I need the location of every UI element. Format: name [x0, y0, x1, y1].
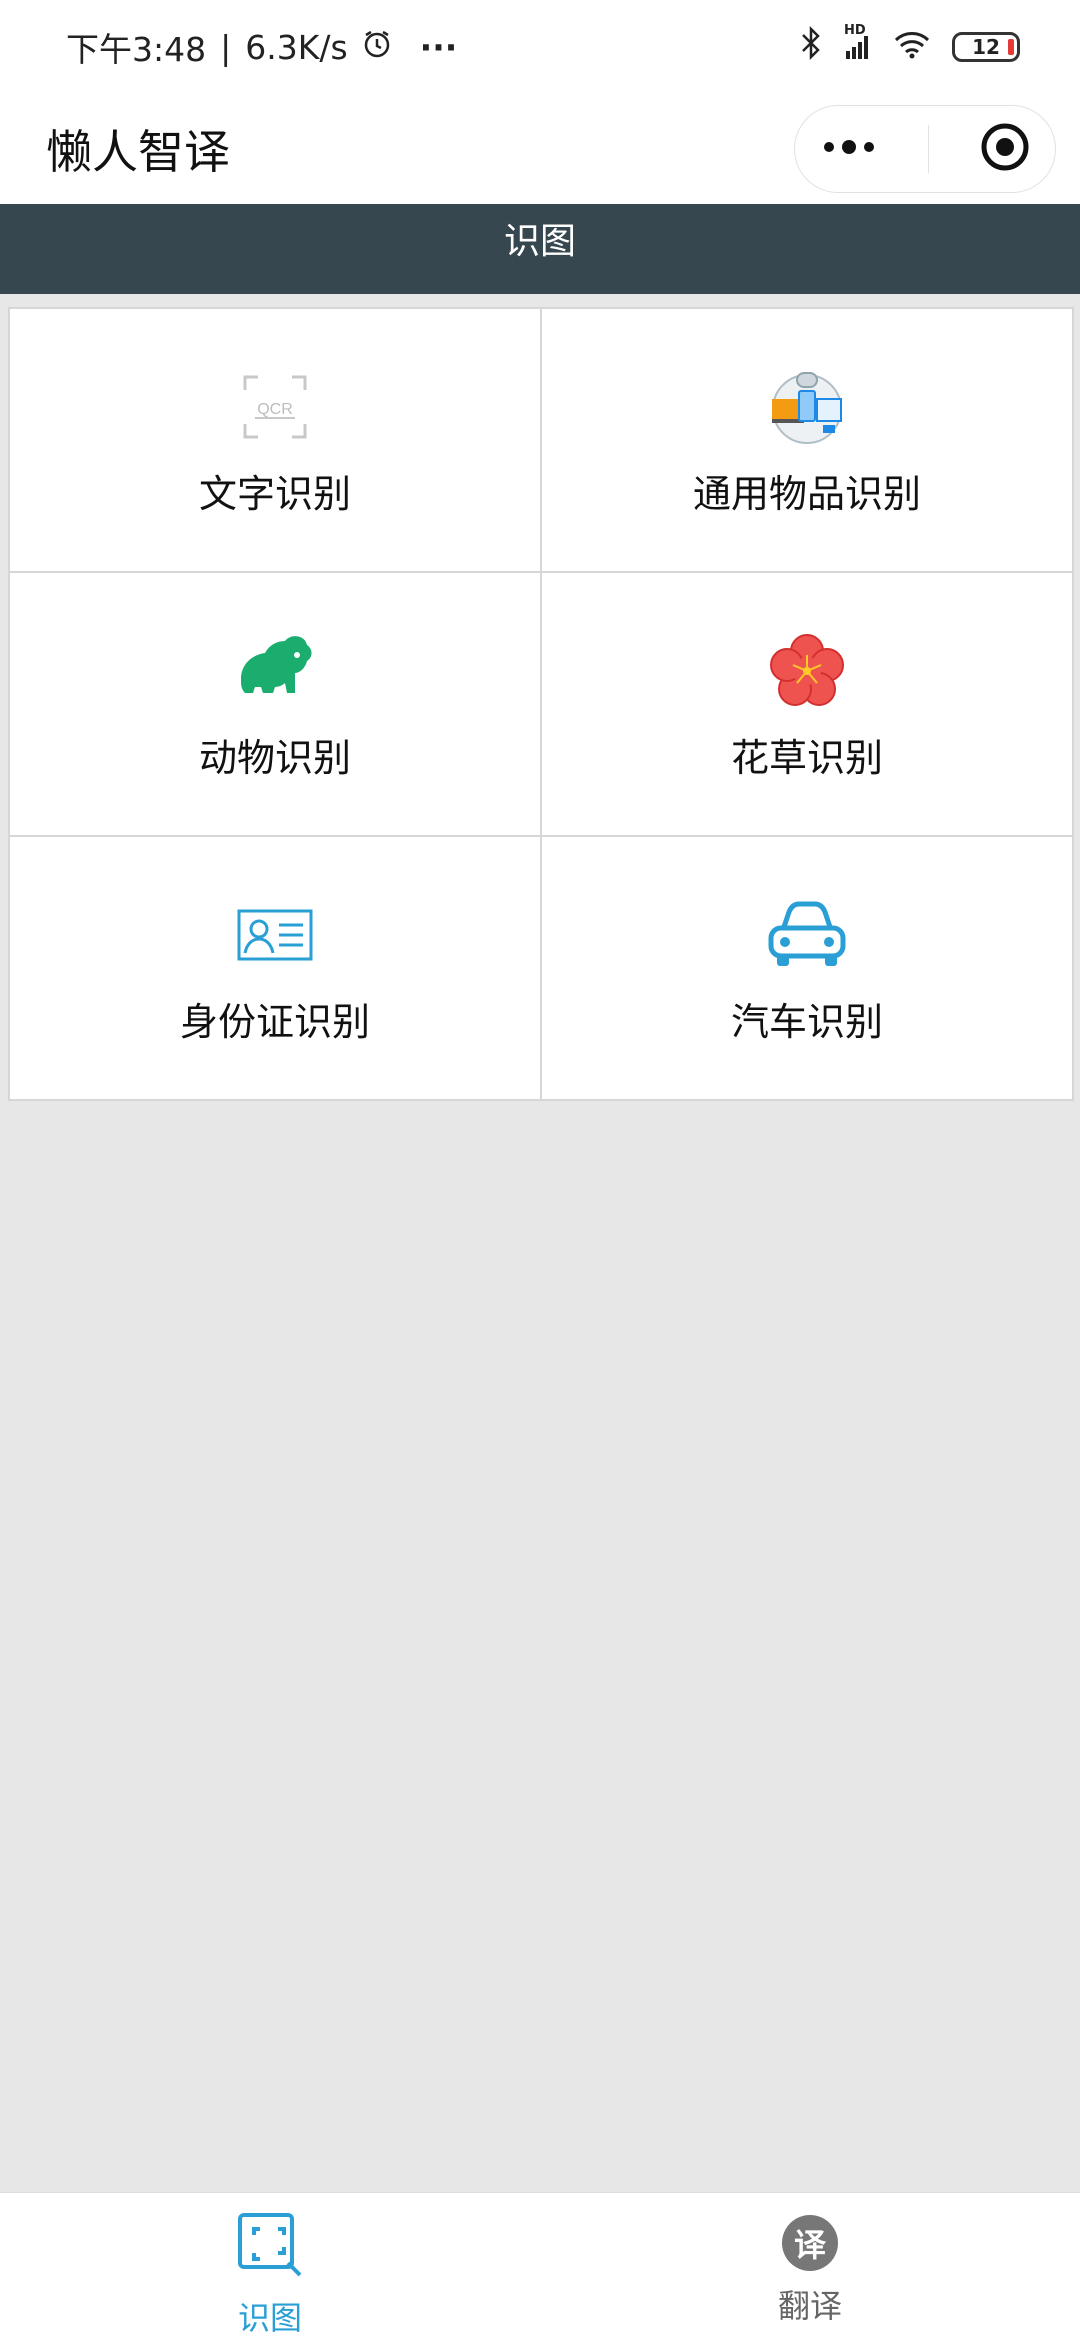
capsule-divider	[927, 125, 929, 173]
translate-badge-text: 译	[793, 2226, 826, 2264]
feature-label: 文字识别	[198, 472, 351, 516]
status-right: HD 12	[800, 23, 1020, 68]
tab-label: 识图	[237, 2299, 302, 2337]
alarm-icon	[362, 28, 392, 67]
flower-icon	[767, 631, 847, 711]
status-time: 下午3:48	[66, 30, 207, 69]
feature-label: 身份证识别	[179, 1000, 370, 1044]
feature-label: 通用物品识别	[692, 472, 921, 516]
app-bar: 懒人智译	[0, 94, 1080, 204]
koala-icon	[235, 631, 315, 711]
feature-label: 花草识别	[730, 736, 883, 780]
feature-plant-recognition[interactable]: 花草识别	[542, 573, 1072, 835]
feature-label: 汽车识别	[730, 1000, 883, 1044]
scan-search-icon	[236, 2211, 304, 2283]
app-title: 懒人智译	[46, 125, 230, 179]
close-target-icon[interactable]	[980, 122, 1030, 176]
ocr-icon: QCR	[235, 367, 315, 447]
status-separator: |	[220, 27, 232, 67]
feature-text-recognition[interactable]: QCR 文字识别	[10, 309, 540, 571]
battery-indicator: 12	[952, 32, 1020, 62]
id-card-icon	[235, 895, 315, 975]
feature-car-recognition[interactable]: 汽车识别	[542, 837, 1072, 1099]
feature-id-card-recognition[interactable]: 身份证识别	[10, 837, 540, 1099]
signal-icon: HD	[844, 23, 872, 61]
general-object-icon	[767, 367, 847, 447]
more-options-icon[interactable]	[821, 137, 877, 161]
section-title: 识图	[503, 221, 576, 262]
battery-level: 12	[972, 35, 1000, 59]
bottom-tab-bar: 识图 译 翻译	[0, 2192, 1080, 2340]
wifi-icon	[894, 28, 930, 67]
feature-animal-recognition[interactable]: 动物识别	[10, 573, 540, 835]
tab-label: 翻译	[777, 2287, 842, 2325]
tab-translate[interactable]: 译 翻译	[540, 2193, 1080, 2340]
battery-low-fill	[1008, 39, 1014, 55]
status-speed: 6.3K/s	[245, 27, 348, 67]
mini-program-capsule	[794, 105, 1056, 193]
network-type: HD	[844, 23, 866, 38]
feature-label: 动物识别	[198, 736, 351, 780]
ocr-icon-text: QCR	[257, 401, 293, 418]
status-left: 下午3:48 | 6.3K/s ···	[66, 23, 457, 71]
section-header: 识图	[0, 204, 1080, 294]
translate-icon: 译	[782, 2215, 838, 2271]
feature-general-object[interactable]: 通用物品识别	[542, 309, 1072, 571]
car-icon	[767, 895, 847, 975]
status-bar: 下午3:48 | 6.3K/s ··· HD 12	[0, 0, 1080, 94]
bluetooth-icon	[800, 25, 822, 68]
status-more: ···	[419, 27, 458, 67]
tab-image-recognition[interactable]: 识图	[0, 2193, 540, 2340]
feature-grid: QCR 文字识别 通用物品识别 动物识别 花草识别 身份证识别 汽车识别	[8, 307, 1074, 1101]
